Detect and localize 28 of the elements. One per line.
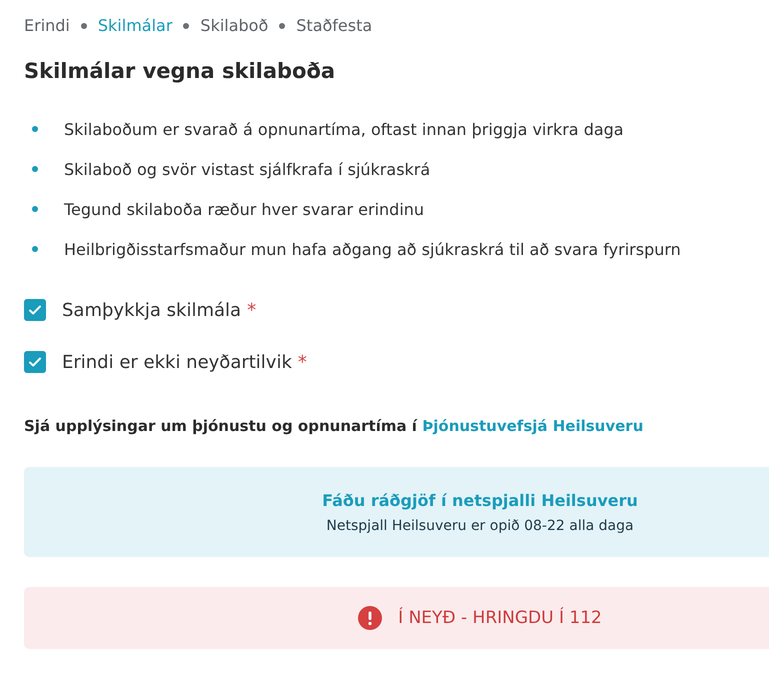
chat-title: Fáðu ráðgjöf í netspjalli Heilsuveru (322, 490, 638, 510)
bullet-icon (32, 206, 38, 212)
chat-panel[interactable]: Fáðu ráðgjöf í netspjalli Heilsuveru Netspjall Heilsuveru er opið 08-22 alla daga (24, 467, 769, 557)
step-label: Skilmálar (98, 16, 172, 35)
separator-dot (183, 22, 190, 28)
checkbox-label: Samþykkja skilmála (62, 300, 242, 320)
bullet-icon (32, 126, 38, 132)
checkbox[interactable] (24, 299, 46, 321)
step-label: Skilaboð (200, 16, 268, 35)
page-heading: Skilmálar vegna skilaboða (24, 59, 336, 83)
emergency-text: Í NEYÐ - HRINGDU Í 112 (398, 608, 602, 628)
separator-dot (279, 22, 286, 28)
term-text: Heilbrigðisstarfsmaður mun hafa aðgang að sjúkraskrá til að svara fyrirspurn (64, 240, 681, 258)
warning-icon (358, 606, 382, 630)
checkbox[interactable] (24, 351, 46, 373)
step-label: Erindi (24, 16, 70, 35)
term-text: Skilaboð og svör vistast sjálfkrafa í sjúkraskrá (64, 160, 430, 178)
info-text: Sjá upplýsingar um þjónustu og opnunartíma í Þjónustuvefsjá Heilsuveru (24, 417, 644, 435)
term-text: Skilaboðum er svarað á opnunartíma, oftast innan þriggja virkra daga (64, 120, 624, 138)
checkbox-label: Erindi er ekki neyðartilvik (62, 352, 292, 372)
required-mark: * (247, 300, 256, 320)
bullet-icon (32, 246, 38, 252)
term-text: Tegund skilaboða ræður hver svarar erindinu (64, 200, 424, 218)
chat-subtitle: Netspjall Heilsuveru er opið 08-22 alla daga (326, 518, 634, 534)
bullet-icon (32, 166, 38, 172)
separator-dot (80, 22, 87, 28)
required-mark: * (298, 352, 307, 372)
step-label: Staðfesta (296, 16, 372, 35)
